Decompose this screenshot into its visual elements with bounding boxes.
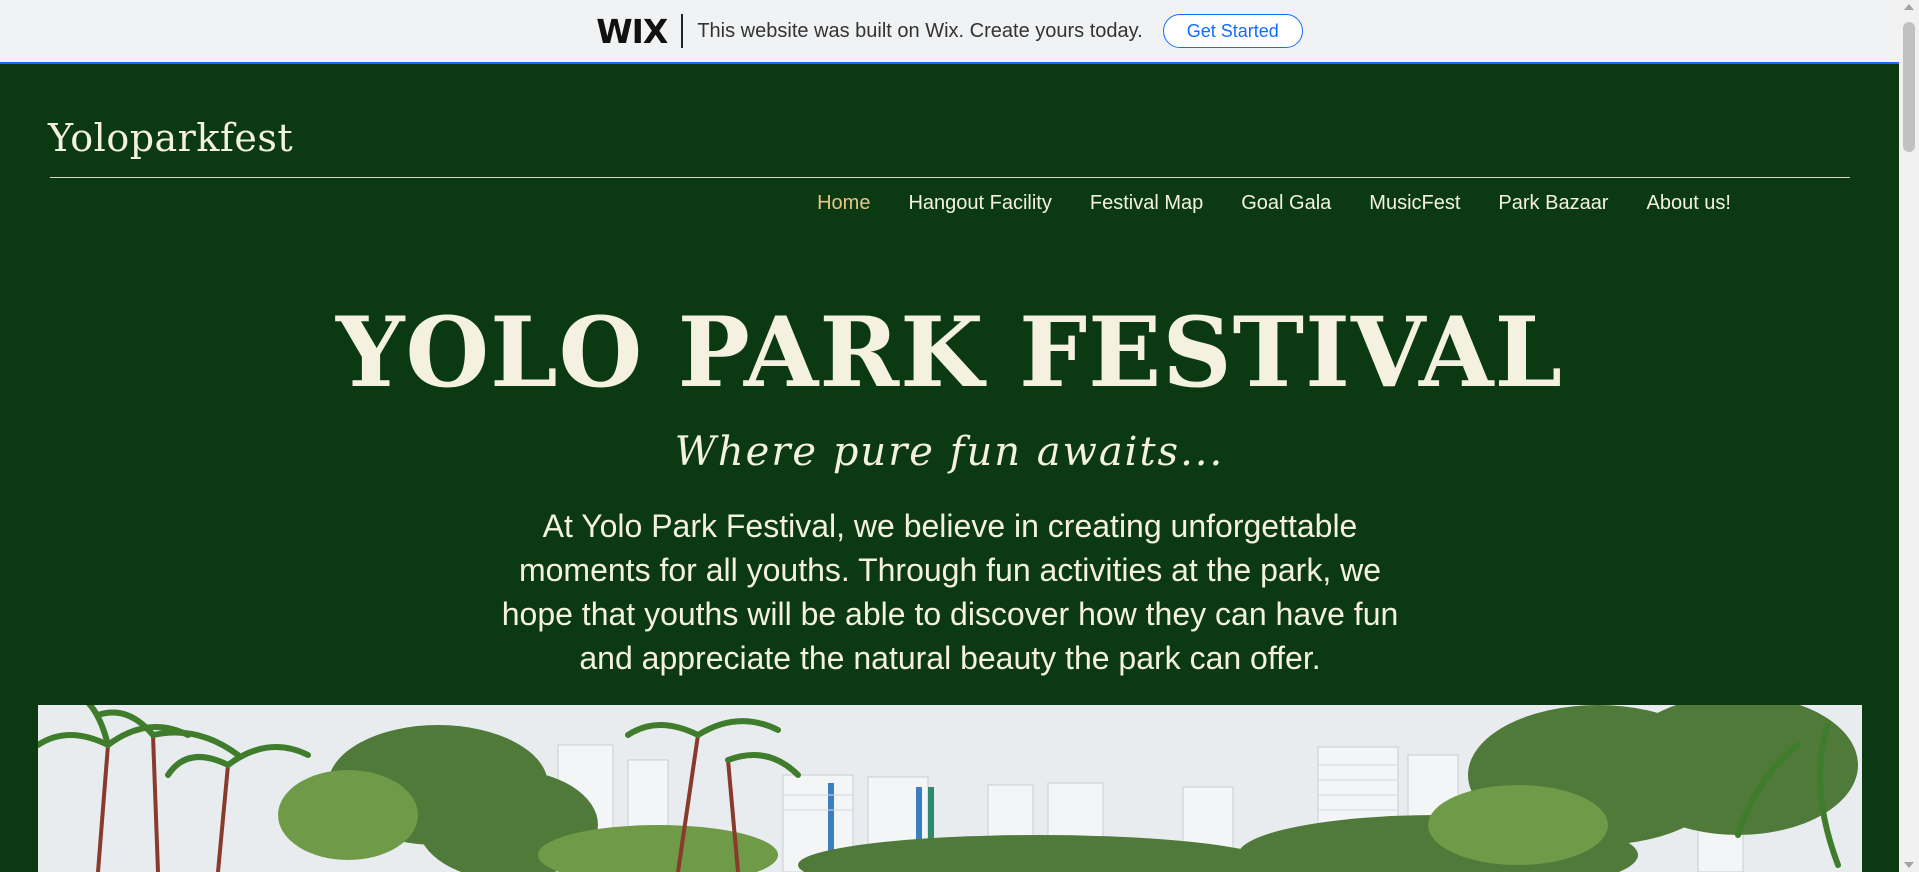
main-nav: Home Hangout Facility Festival Map Goal … [817,192,1731,215]
scroll-down-icon[interactable] [1904,862,1914,868]
site-page: Yoloparkfest Home Hangout Facility Festi… [0,64,1899,872]
scroll-up-icon[interactable] [1904,4,1914,10]
park-skyline-image [38,705,1862,872]
nav-item-home[interactable]: Home [817,192,870,215]
wix-logo[interactable]: WIX [596,12,668,51]
hero-title: YOLO PARK FESTIVAL [335,296,1564,409]
nav-item-park-bazaar[interactable]: Park Bazaar [1498,192,1608,215]
nav-item-goal-gala[interactable]: Goal Gala [1241,192,1331,215]
scroll-thumb[interactable] [1903,22,1915,152]
hero-description: At Yolo Park Festival, we believe in cre… [501,508,1399,676]
nav-item-about-us[interactable]: About us! [1646,192,1731,215]
hero-subtitle: Where pure fun awaits... [674,429,1225,475]
site-logo[interactable]: Yoloparkfest [48,116,293,160]
get-started-button[interactable]: Get Started [1162,14,1303,48]
nav-item-musicfest[interactable]: MusicFest [1369,192,1460,215]
header-divider [50,177,1850,178]
banner-divider [681,14,684,48]
wix-banner: WIX This website was built on Wix. Creat… [0,0,1899,64]
nav-item-hangout-facility[interactable]: Hangout Facility [908,192,1051,215]
nav-item-festival-map[interactable]: Festival Map [1090,192,1203,215]
page-scrollbar[interactable] [1899,0,1919,872]
banner-message: This website was built on Wix. Create yo… [697,19,1143,42]
